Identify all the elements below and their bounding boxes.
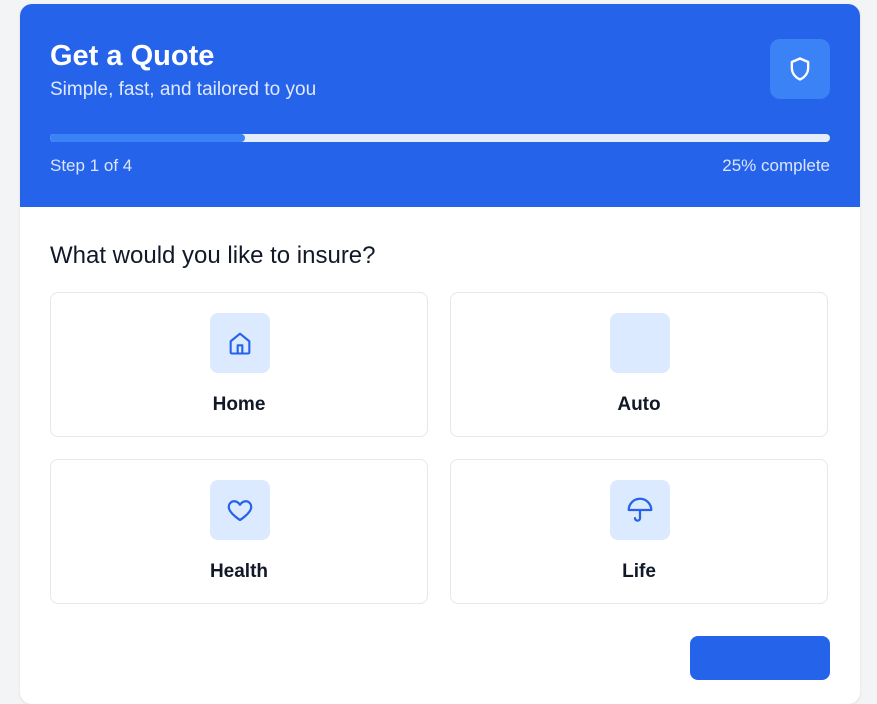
- option-label-health: Health: [209, 561, 269, 582]
- option-label-auto: Auto: [617, 394, 661, 415]
- option-health[interactable]: Health: [50, 459, 428, 604]
- umbrella-icon: [627, 497, 653, 522]
- home-icon: [229, 332, 251, 355]
- heart-icon-box: [210, 480, 270, 540]
- shield-icon: [790, 57, 810, 81]
- question-heading: What would you like to insure?: [50, 242, 376, 269]
- option-home[interactable]: Home: [50, 292, 428, 437]
- option-label-life: Life: [622, 561, 656, 582]
- heart-icon: [227, 500, 253, 522]
- quote-card: Get a Quote Simple, fast, and tailored t…: [20, 4, 860, 704]
- umbrella-icon-box: [610, 480, 670, 540]
- option-label-home: Home: [212, 394, 266, 415]
- shield-badge: [770, 39, 830, 99]
- option-life[interactable]: Life: [450, 459, 828, 604]
- home-icon-box: [210, 313, 270, 373]
- page-subtitle: Simple, fast, and tailored to you: [50, 79, 317, 100]
- step-indicator: Step 1 of 4: [50, 156, 133, 175]
- option-auto[interactable]: Auto: [450, 292, 828, 437]
- quote-header: Get a Quote Simple, fast, and tailored t…: [20, 4, 860, 207]
- car-icon: [610, 313, 670, 373]
- next-button[interactable]: [690, 636, 830, 680]
- progress-fill: [50, 134, 245, 142]
- page-title: Get a Quote: [50, 40, 215, 72]
- progress-bar: [50, 134, 830, 142]
- percent-complete: 25% complete: [722, 156, 830, 175]
